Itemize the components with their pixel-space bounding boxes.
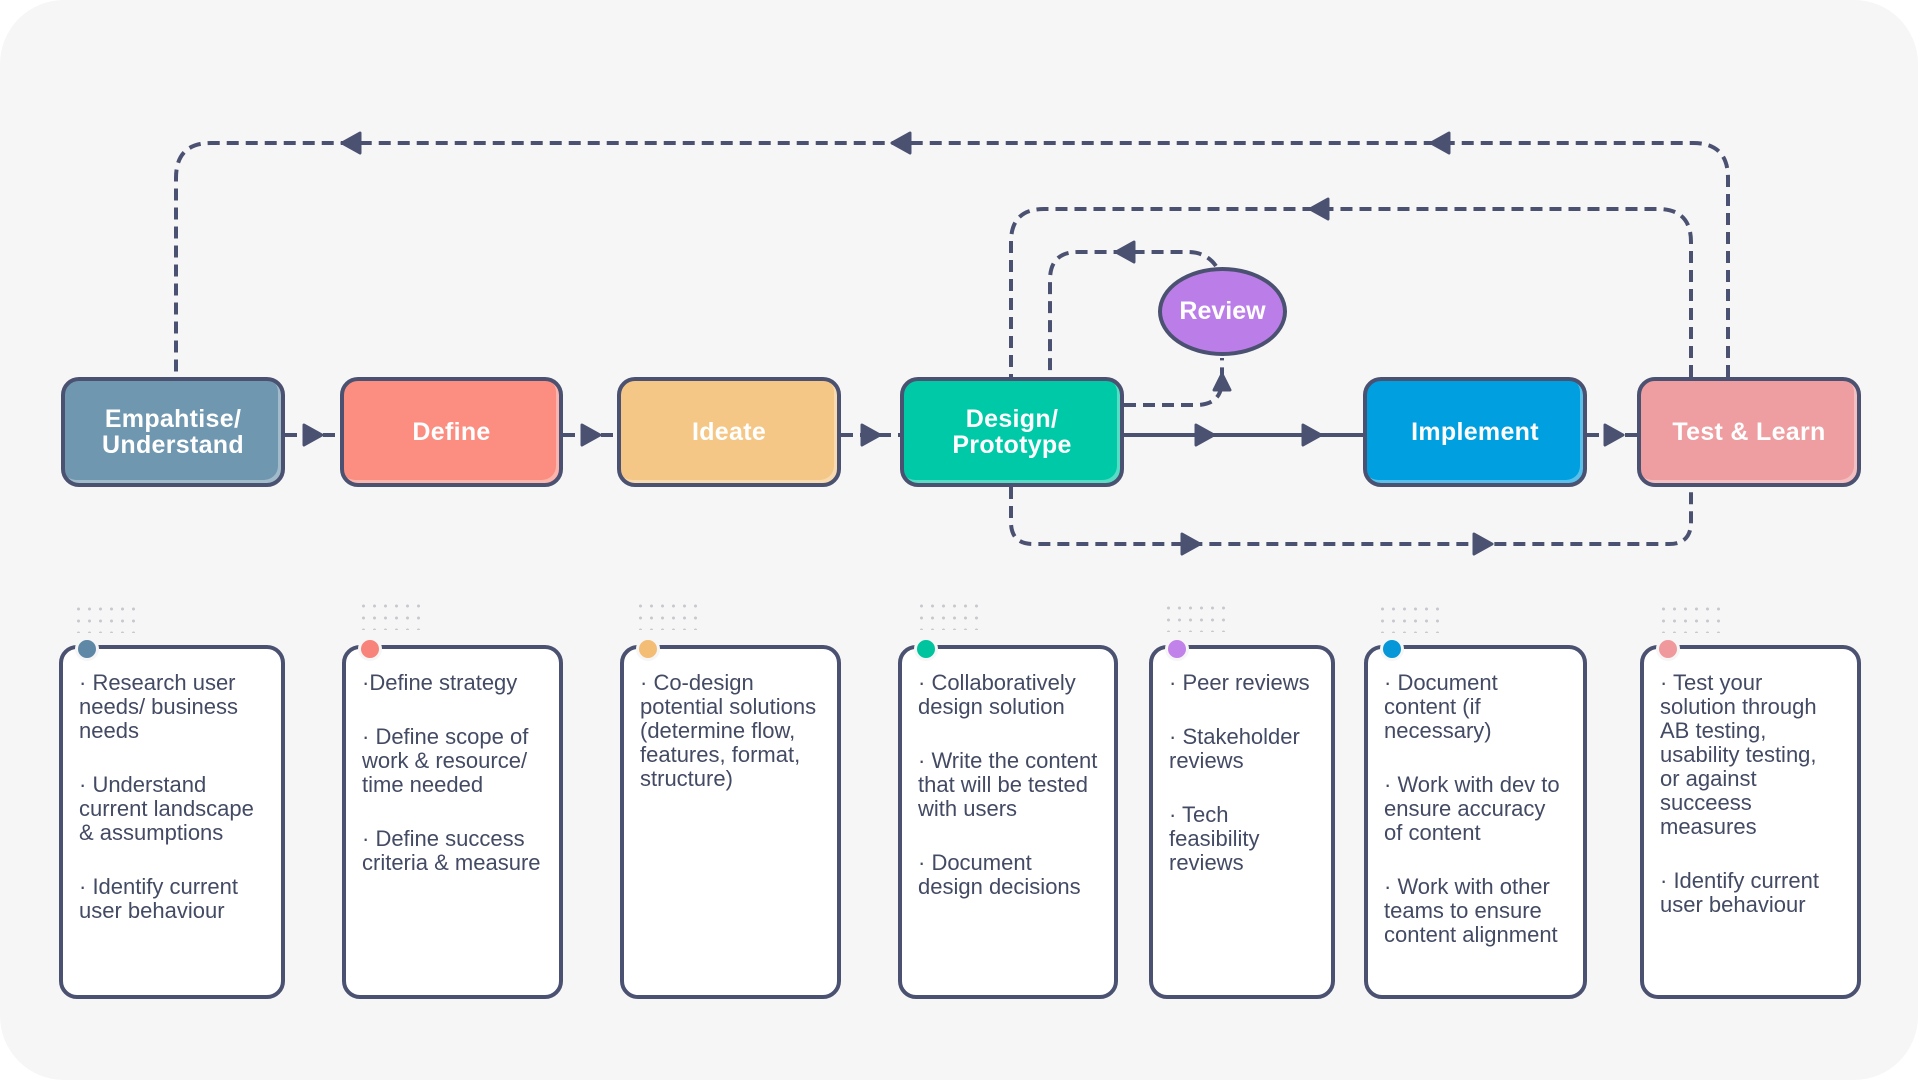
stage-label: Implement (1411, 418, 1539, 446)
decorative-dots (358, 600, 424, 630)
stage-ideate[interactable]: Ideate (617, 377, 841, 487)
card-item: · Stakeholder reviews (1169, 724, 1300, 773)
stage-card-define: ·Define strategy · Define scope of work &… (342, 637, 563, 999)
stage-label: Ideate (691, 418, 767, 446)
arrow-left-icon (890, 131, 912, 155)
arrow-left-icon (1429, 131, 1451, 155)
decorative-dots (73, 603, 139, 633)
arrow-right-icon (1472, 532, 1494, 556)
stage-color-dot (636, 637, 660, 661)
stage-test-learn[interactable]: Test & Learn (1637, 377, 1861, 487)
loop-design-to-test (1009, 487, 1693, 546)
arrow-right-icon (1603, 423, 1625, 447)
stage-empathise[interactable]: Empahtise/ Understand (61, 377, 285, 487)
stage-label: Test & Learn (1672, 418, 1826, 446)
arrow-right-icon (302, 423, 324, 447)
review-label: Review (1179, 297, 1266, 325)
card-item: · Identify current user behaviour (1660, 868, 1819, 917)
decorative-dots (635, 600, 701, 630)
arrow-right-icon (860, 423, 882, 447)
link-design-to-review (1124, 358, 1224, 407)
arrow-up-icon (1212, 372, 1232, 392)
stage-color-dot (358, 637, 382, 661)
card-item: ·Define strategy (362, 670, 518, 695)
card-item: · Peer reviews (1169, 670, 1310, 695)
arrow-right-icon (580, 423, 602, 447)
stage-design-prototype[interactable]: Design/ Prototype (900, 377, 1124, 487)
stage-color-dot (75, 637, 99, 661)
stage-color-dot (914, 637, 938, 661)
loop-test-to-design (1009, 207, 1693, 377)
stage-card-ideate: · Co-design potential solutions (determi… (620, 637, 841, 999)
decorative-dots (916, 600, 982, 630)
card-item: · Define scope of work & resource/ time … (362, 724, 529, 797)
arrow-left-icon (340, 131, 362, 155)
card-item: · Research user needs/ business needs (79, 670, 238, 743)
stage-card-design: · Collaboratively design solution · Write… (898, 637, 1118, 999)
card-item: · Tech feasibility reviews (1169, 802, 1260, 875)
stage-card-empathise: · Research user needs/ business needs · U… (59, 637, 285, 999)
stage-color-dot (1165, 637, 1189, 661)
stage-label: Define (412, 418, 491, 446)
card-item: · Test your solution through AB testing,… (1660, 670, 1817, 839)
stage-card-implement: · Document content (if necessary) · Work … (1364, 637, 1587, 999)
stage-color-dot (1656, 637, 1680, 661)
arrow-left-icon (1308, 197, 1330, 221)
stage-label: Design/ Prototype (952, 405, 1072, 459)
card-item: · Write the content that will be tested … (918, 748, 1098, 821)
arrow-right-icon (1301, 423, 1323, 447)
decorative-dots (1658, 603, 1724, 633)
stage-card-test: · Test your solution through AB testing,… (1640, 637, 1861, 999)
card-item: · Collaboratively design solution (918, 670, 1076, 719)
decorative-dots (1377, 603, 1443, 633)
card-item: · Work with other teams to ensure conten… (1384, 874, 1558, 947)
stage-define[interactable]: Define (340, 377, 563, 487)
card-item: · Co-design potential solutions (determi… (640, 670, 817, 791)
stage-card-review: · Peer reviews · Stakeholder reviews · Tec… (1149, 637, 1335, 999)
arrow-right-icon (1194, 423, 1216, 447)
stage-implement[interactable]: Implement (1363, 377, 1587, 487)
card-item: · Understand current landscape & assumpt… (79, 772, 254, 845)
stage-label: Empahtise/ Understand (102, 405, 244, 459)
card-item: · Document design decisions (918, 850, 1081, 899)
loop-test-to-empathise (174, 141, 1730, 377)
card-item: · Work with dev to ensure accuracy of co… (1384, 772, 1560, 845)
card-item: · Identify current user behaviour (79, 874, 238, 923)
card-item: · Document content (if necessary) (1384, 670, 1498, 743)
stage-color-dot (1380, 637, 1404, 661)
card-item: · Define success criteria & measure (362, 826, 541, 875)
stage-review[interactable]: Review (1158, 267, 1287, 356)
arrow-left-icon (1114, 240, 1136, 264)
arrow-right-icon (1180, 532, 1202, 556)
decorative-dots (1163, 602, 1229, 632)
